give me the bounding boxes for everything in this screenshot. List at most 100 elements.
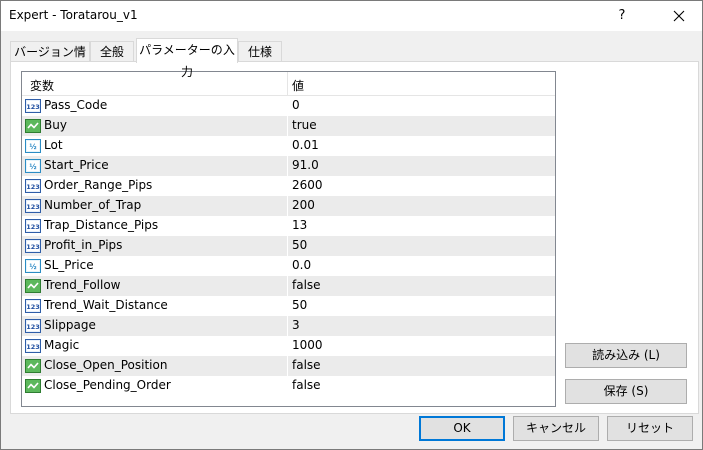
parameter-name: Profit_in_Pips — [44, 238, 123, 252]
cell-divider — [287, 236, 288, 256]
parameter-value[interactable]: 91.0 — [292, 158, 319, 172]
cell-divider — [287, 116, 288, 136]
table-row[interactable]: ½ SL_Price 0.0 — [22, 256, 555, 276]
reset-button[interactable]: リセット — [607, 416, 693, 441]
int-icon: 123 — [25, 298, 41, 314]
table-row[interactable]: Buy true — [22, 116, 555, 136]
table-row[interactable]: 123 Trap_Distance_Pips 13 — [22, 216, 555, 236]
close-button[interactable] — [656, 1, 702, 31]
table-row[interactable]: 123 Number_of_Trap 200 — [22, 196, 555, 216]
double-icon: ½ — [25, 138, 41, 154]
parameter-name: Pass_Code — [44, 98, 108, 112]
svg-text:123: 123 — [26, 243, 40, 251]
svg-text:123: 123 — [26, 183, 40, 191]
int-icon: 123 — [25, 238, 41, 254]
parameter-value[interactable]: 50 — [292, 298, 307, 312]
cell-divider — [287, 156, 288, 176]
int-icon: 123 — [25, 318, 41, 334]
ok-button[interactable]: OK — [419, 416, 505, 441]
int-icon: 123 — [25, 218, 41, 234]
parameter-value[interactable]: true — [292, 118, 317, 132]
table-row[interactable]: 123 Trend_Wait_Distance 50 — [22, 296, 555, 316]
parameter-name: Trap_Distance_Pips — [44, 218, 159, 232]
title-bar[interactable]: Expert - Toratarou_v1 ? — [1, 1, 702, 31]
int-icon: 123 — [25, 198, 41, 214]
parameter-name: Start_Price — [44, 158, 109, 172]
cell-divider — [287, 356, 288, 376]
svg-text:½: ½ — [29, 163, 36, 171]
parameter-value[interactable]: false — [292, 278, 321, 292]
parameter-value[interactable]: 3 — [292, 318, 300, 332]
double-icon: ½ — [25, 258, 41, 274]
cell-divider — [287, 296, 288, 316]
parameter-name: Close_Pending_Order — [44, 378, 171, 392]
parameter-value[interactable]: 0.0 — [292, 258, 311, 272]
cancel-button[interactable]: キャンセル — [513, 416, 599, 441]
tab-parameters[interactable]: パラメーターの入力 — [136, 38, 238, 79]
table-row[interactable]: Close_Open_Position false — [22, 356, 555, 376]
parameter-name: Buy — [44, 118, 67, 132]
table-row[interactable]: 123 Slippage 3 — [22, 316, 555, 336]
parameter-name: Magic — [44, 338, 80, 352]
bool-icon — [25, 358, 41, 374]
parameter-value[interactable]: 0 — [292, 98, 300, 112]
parameter-name: Trend_Follow — [44, 278, 121, 292]
svg-text:½: ½ — [29, 263, 36, 271]
parameter-name: Order_Range_Pips — [44, 178, 153, 192]
parameter-value[interactable]: 0.01 — [292, 138, 319, 152]
tab-version-info[interactable]: バージョン情報 — [10, 41, 90, 79]
cell-divider — [287, 376, 288, 396]
parameter-value[interactable]: 13 — [292, 218, 307, 232]
parameter-value[interactable]: false — [292, 378, 321, 392]
svg-text:123: 123 — [26, 323, 40, 331]
int-icon: 123 — [25, 178, 41, 194]
parameter-name: Lot — [44, 138, 63, 152]
window-title: Expert - Toratarou_v1 — [9, 8, 138, 22]
parameter-grid[interactable]: 変数 値 123 Pass_Code 0 Buy true ½ Lot 0.01 ½ Start_… — [21, 71, 556, 407]
tab-general[interactable]: 全般 — [90, 41, 134, 62]
svg-text:123: 123 — [26, 103, 40, 111]
close-icon — [673, 10, 685, 22]
table-row[interactable]: 123 Order_Range_Pips 2600 — [22, 176, 555, 196]
tab-specs[interactable]: 仕様 — [238, 41, 282, 62]
parameter-name: Trend_Wait_Distance — [44, 298, 168, 312]
parameter-value[interactable]: 2600 — [292, 178, 323, 192]
column-header-value[interactable]: 値 — [292, 77, 304, 94]
parameter-name: SL_Price — [44, 258, 94, 272]
help-button[interactable]: ? — [599, 1, 645, 31]
int-icon: 123 — [25, 98, 41, 114]
table-row[interactable]: Trend_Follow false — [22, 276, 555, 296]
table-row[interactable]: ½ Lot 0.01 — [22, 136, 555, 156]
parameter-name: Number_of_Trap — [44, 198, 142, 212]
cell-divider — [287, 136, 288, 156]
load-button[interactable]: 読み込み (L) — [565, 343, 687, 368]
save-button[interactable]: 保存 (S) — [565, 379, 687, 404]
bool-icon — [25, 278, 41, 294]
parameter-value[interactable]: 200 — [292, 198, 315, 212]
column-header-variable[interactable]: 変数 — [30, 77, 54, 94]
svg-text:123: 123 — [26, 203, 40, 211]
cell-divider — [287, 276, 288, 296]
expert-dialog: Expert - Toratarou_v1 ? バージョン情報 全般 パラメータ… — [0, 0, 703, 450]
cell-divider — [287, 316, 288, 336]
svg-text:123: 123 — [26, 343, 40, 351]
bool-icon — [25, 378, 41, 394]
svg-text:123: 123 — [26, 303, 40, 311]
cell-divider — [287, 256, 288, 276]
column-divider[interactable] — [287, 72, 288, 95]
int-icon: 123 — [25, 338, 41, 354]
parameter-value[interactable]: 50 — [292, 238, 307, 252]
table-row[interactable]: 123 Magic 1000 — [22, 336, 555, 356]
table-row[interactable]: 123 Pass_Code 0 — [22, 96, 555, 116]
table-row[interactable]: ½ Start_Price 91.0 — [22, 156, 555, 176]
parameter-value[interactable]: 1000 — [292, 338, 323, 352]
parameter-name: Close_Open_Position — [44, 358, 168, 372]
table-row[interactable]: Close_Pending_Order false — [22, 376, 555, 396]
cell-divider — [287, 216, 288, 236]
double-icon: ½ — [25, 158, 41, 174]
cell-divider — [287, 96, 288, 116]
table-row[interactable]: 123 Profit_in_Pips 50 — [22, 236, 555, 256]
cell-divider — [287, 176, 288, 196]
svg-text:½: ½ — [29, 143, 36, 151]
parameter-value[interactable]: false — [292, 358, 321, 372]
